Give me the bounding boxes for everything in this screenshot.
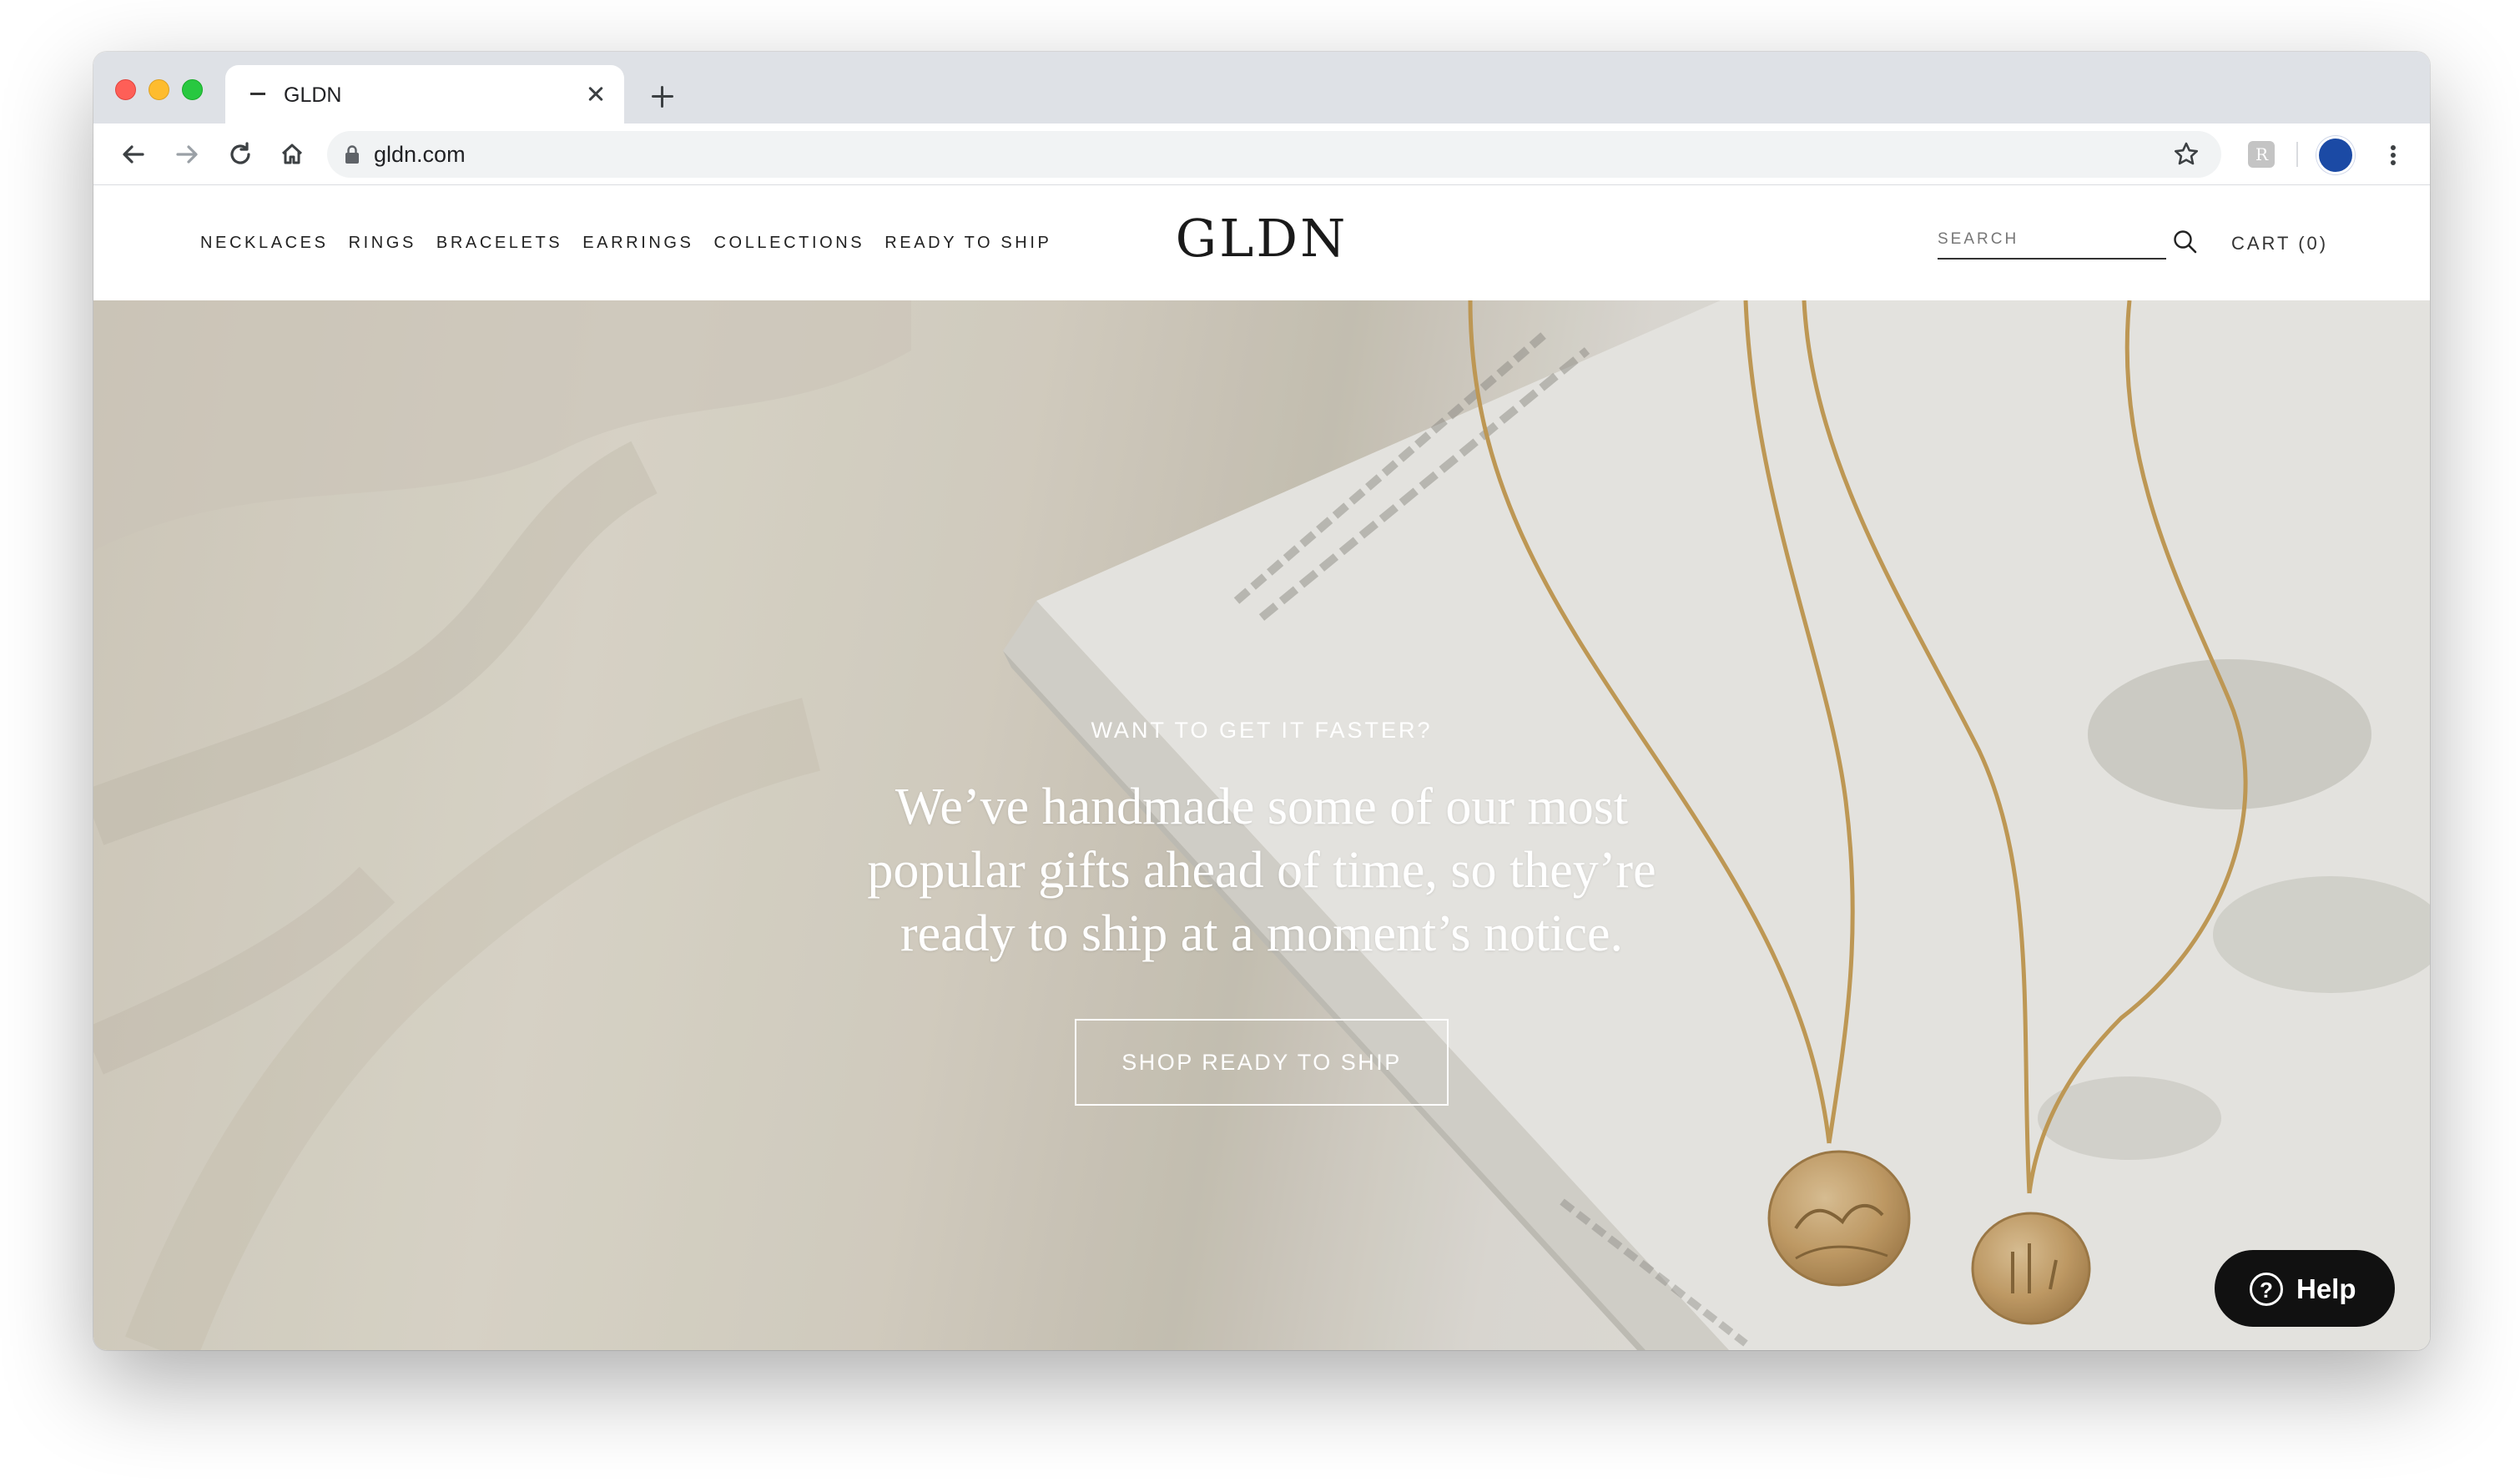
hero-eyebrow: WANT TO GET IT FASTER? (1091, 718, 1433, 743)
extension-icon[interactable]: R (2248, 141, 2275, 168)
shop-ready-to-ship-button[interactable]: SHOP READY TO SHIP (1075, 1019, 1449, 1106)
lock-icon (344, 144, 360, 164)
zoom-window-button[interactable] (182, 79, 203, 100)
close-window-button[interactable] (115, 79, 136, 100)
reload-icon[interactable] (222, 136, 259, 173)
page-content: NECKLACES RINGS BRACELETS EARRINGS COLLE… (93, 186, 2430, 1350)
avatar[interactable] (2316, 136, 2355, 174)
hero-banner: WANT TO GET IT FASTER? We’ve handmade so… (93, 300, 2430, 1350)
home-icon[interactable] (274, 136, 310, 173)
browser-toolbar: gldn.com R (93, 124, 2430, 185)
search-field (1938, 223, 2166, 260)
minimize-window-button[interactable] (149, 79, 169, 100)
help-label: Help (2296, 1273, 2356, 1304)
address-bar[interactable]: gldn.com (327, 131, 2221, 178)
star-icon[interactable] (2170, 138, 2203, 171)
browser-window: GLDN gldn.com R NECKLACES RINGS BRACELET… (93, 52, 2430, 1350)
help-icon: ? (2250, 1273, 2283, 1306)
close-icon[interactable] (581, 78, 611, 108)
tab-title: GLDN (284, 83, 342, 107)
menu-icon[interactable] (2376, 139, 2410, 172)
search-icon[interactable] (2171, 228, 2200, 256)
tab-favicon-icon (250, 93, 265, 95)
url-text: gldn.com (374, 142, 466, 167)
tab-gldn[interactable]: GLDN (225, 65, 624, 124)
site-header: NECKLACES RINGS BRACELETS EARRINGS COLLE… (93, 186, 2430, 300)
tab-strip: GLDN (93, 52, 2430, 124)
hero-headline: We’ve handmade some of our most popular … (867, 779, 1656, 962)
forward-icon[interactable] (169, 136, 205, 173)
extension-letter: R (2255, 144, 2269, 164)
hero-content: WANT TO GET IT FASTER? We’ve handmade so… (844, 718, 1679, 1106)
search-input[interactable] (1938, 223, 2166, 256)
help-button[interactable]: ? Help (2215, 1250, 2395, 1327)
back-icon[interactable] (115, 136, 152, 173)
new-tab-icon[interactable] (646, 80, 679, 113)
toolbar-divider (2296, 142, 2298, 167)
help-icon-glyph: ? (2260, 1278, 2273, 1303)
cart-link[interactable]: CART (0) (2231, 233, 2328, 255)
